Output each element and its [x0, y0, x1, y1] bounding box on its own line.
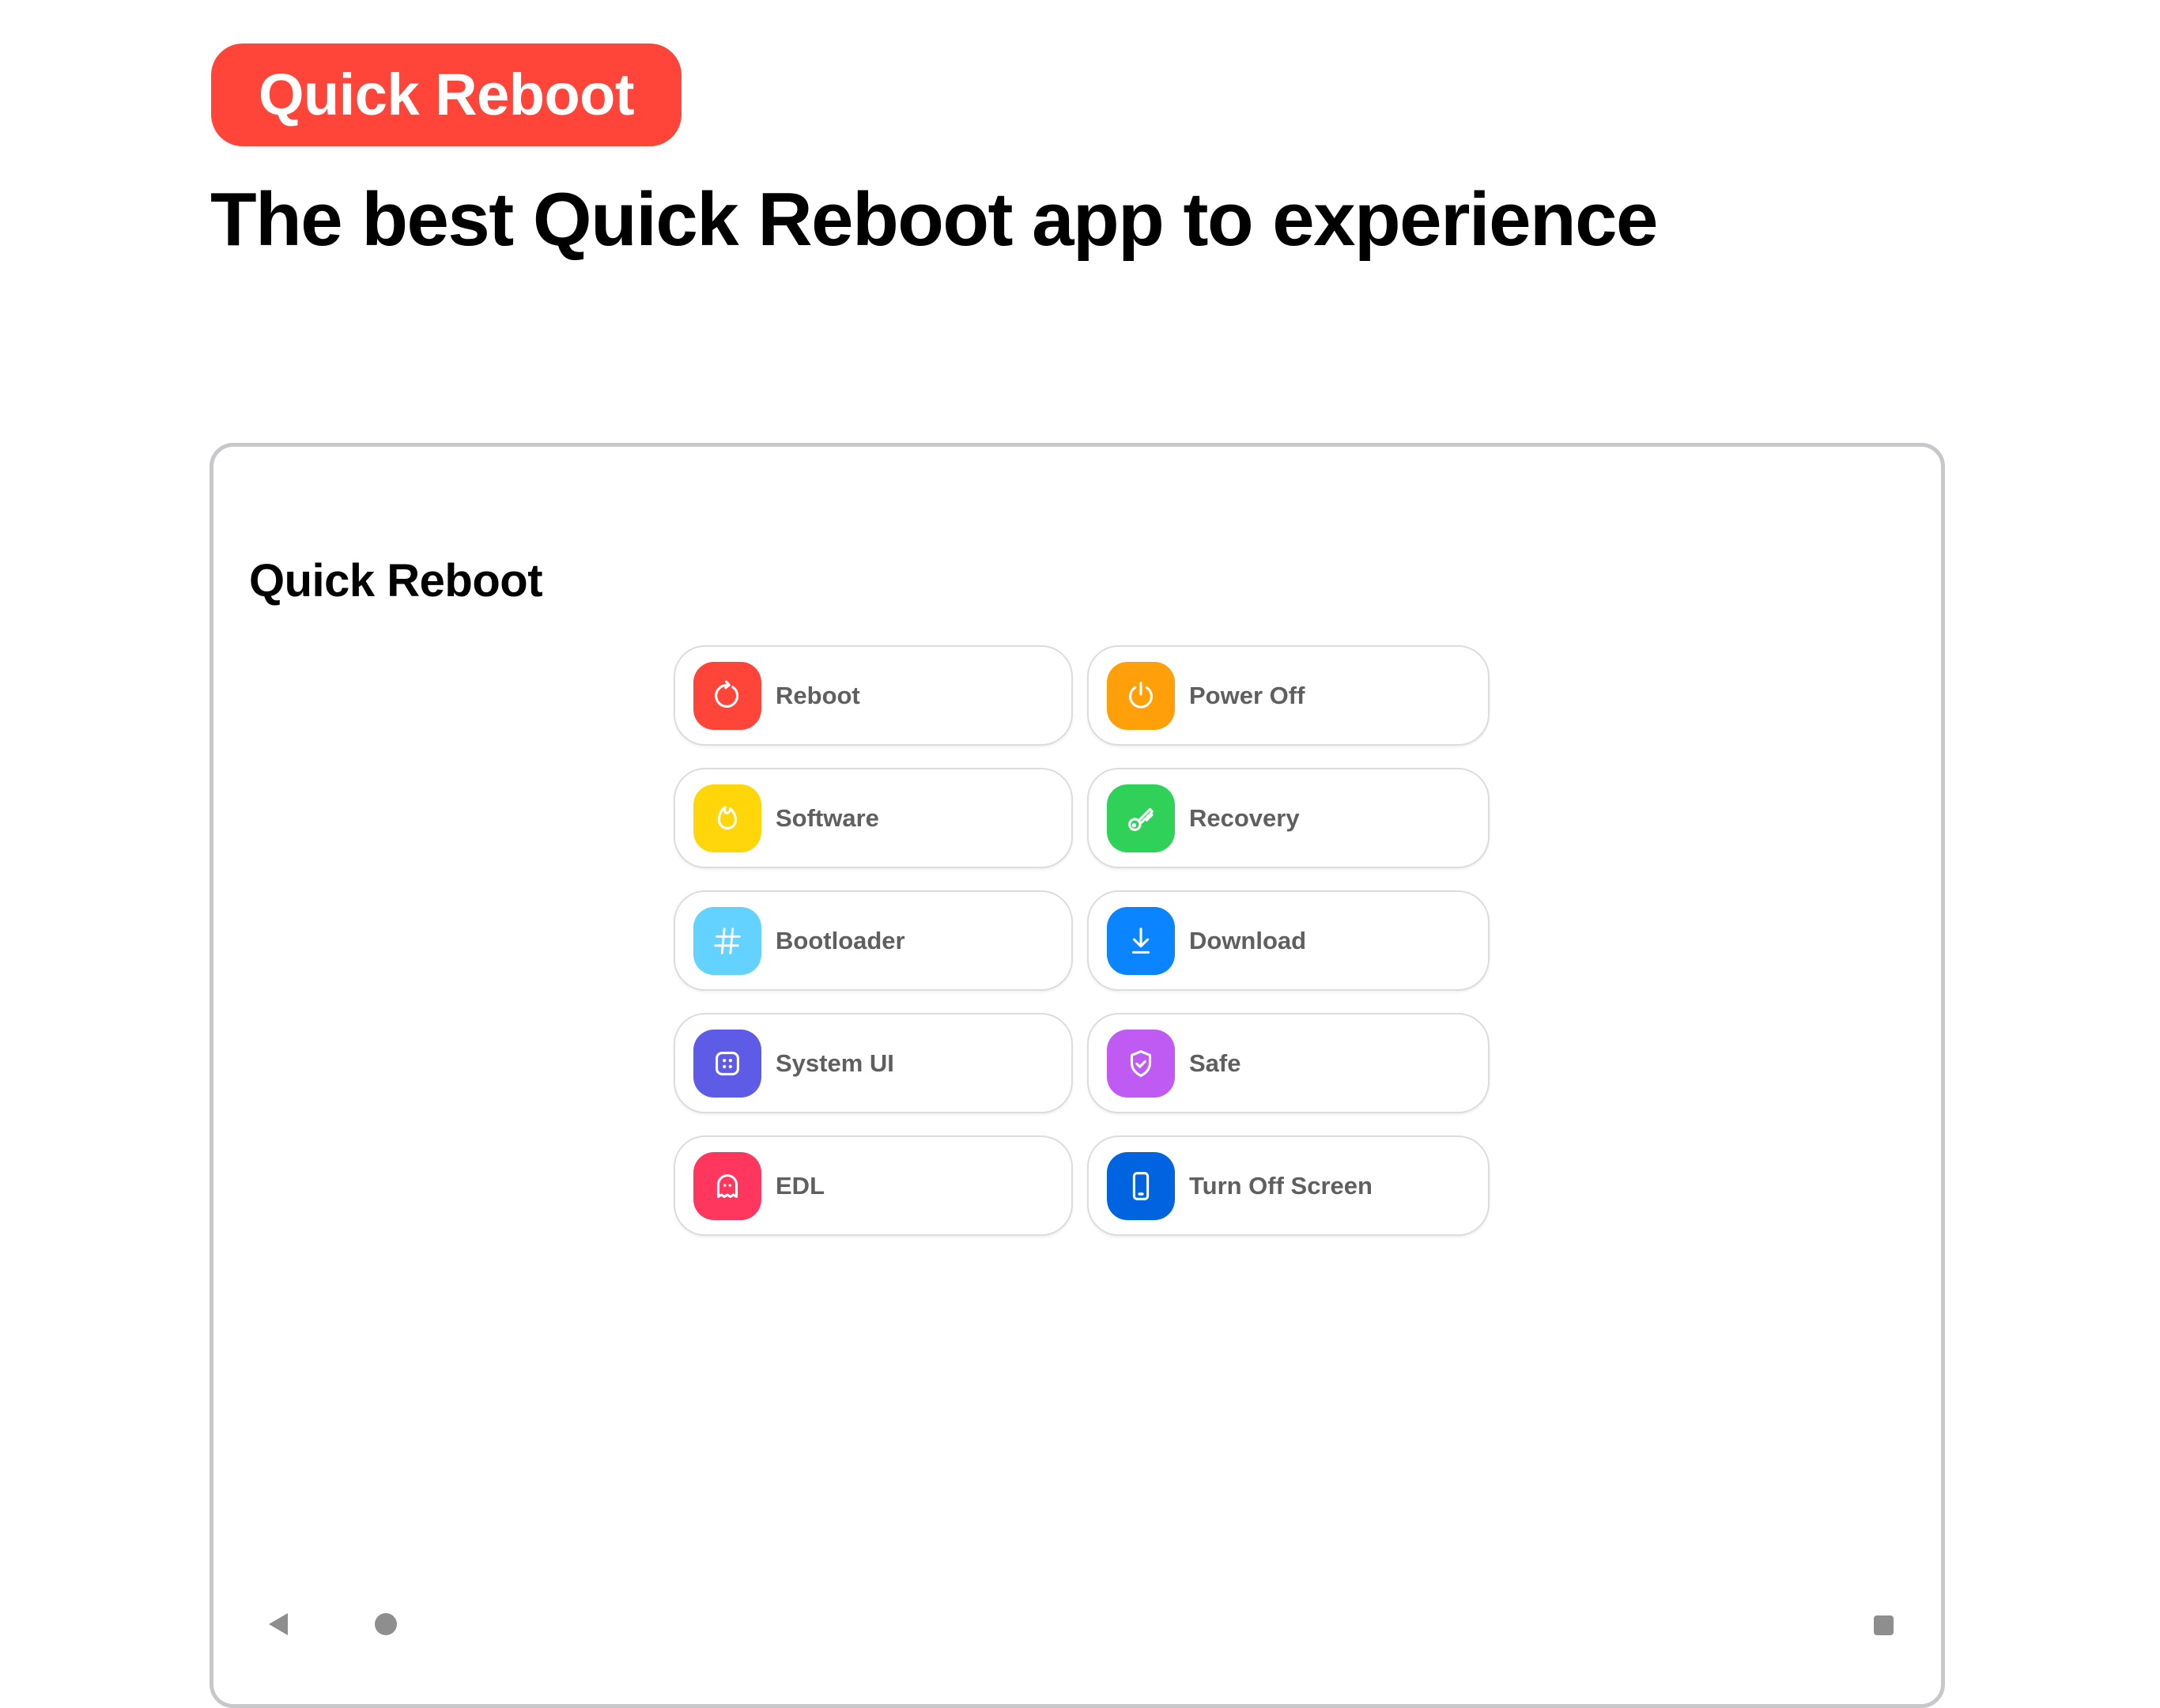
bootloader-label: Bootloader — [776, 927, 905, 954]
download-button[interactable]: Download — [1087, 890, 1490, 991]
safe-button[interactable]: Safe — [1087, 1013, 1490, 1113]
safe-label: Safe — [1189, 1049, 1241, 1077]
system-ui-button[interactable]: System UI — [674, 1013, 1073, 1113]
ghost-icon — [693, 1152, 761, 1220]
home-icon[interactable] — [375, 1613, 397, 1635]
download-label: Download — [1189, 927, 1307, 954]
system-ui-label: System UI — [776, 1049, 894, 1077]
device-screen-frame: Quick Reboot Reboot Power Off Software R… — [210, 443, 1945, 1708]
software-label: Software — [776, 804, 879, 832]
recovery-button[interactable]: Recovery — [1087, 768, 1490, 868]
phone-icon — [1107, 1152, 1175, 1220]
back-icon[interactable] — [269, 1613, 288, 1635]
dice-icon — [693, 1030, 761, 1098]
download-icon — [1107, 907, 1175, 975]
key-icon — [1107, 784, 1175, 852]
power-off-label: Power Off — [1189, 682, 1305, 709]
turn-off-screen-label: Turn Off Screen — [1189, 1172, 1373, 1200]
reboot-button[interactable]: Reboot — [674, 645, 1073, 746]
app-badge: Quick Reboot — [211, 43, 682, 146]
reboot-label: Reboot — [776, 682, 860, 709]
edl-button[interactable]: EDL — [674, 1136, 1073, 1236]
restart-icon — [693, 662, 761, 730]
hash-icon — [693, 907, 761, 975]
power-icon — [1107, 662, 1175, 730]
page-headline: The best Quick Reboot app to experience — [210, 177, 1658, 262]
bootloader-button[interactable]: Bootloader — [674, 890, 1073, 991]
app-title: Quick Reboot — [249, 555, 543, 606]
software-button[interactable]: Software — [674, 768, 1073, 868]
recents-icon[interactable] — [1874, 1615, 1894, 1635]
turn-off-screen-button[interactable]: Turn Off Screen — [1087, 1136, 1490, 1236]
shield-check-icon — [1107, 1030, 1175, 1098]
power-off-button[interactable]: Power Off — [1087, 645, 1490, 746]
recovery-label: Recovery — [1189, 804, 1300, 832]
edl-label: EDL — [776, 1172, 825, 1200]
action-grid: Reboot Power Off Software Recovery Bootl — [674, 645, 1492, 1236]
flame-icon — [693, 784, 761, 852]
